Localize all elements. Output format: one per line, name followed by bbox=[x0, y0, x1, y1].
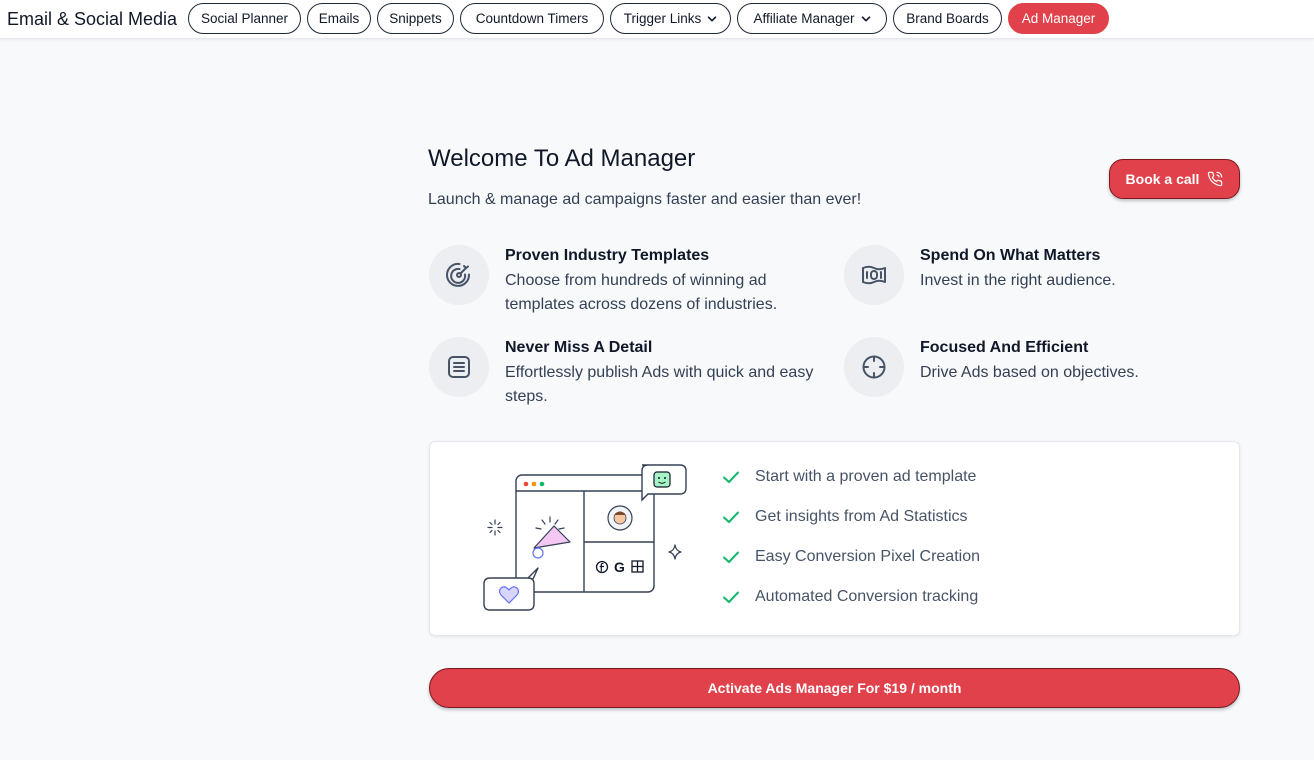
tab-affiliate-manager[interactable]: Affiliate Manager bbox=[737, 3, 887, 34]
tab-ad-manager[interactable]: Ad Manager bbox=[1008, 3, 1109, 34]
feature-description: Drive Ads based on objectives. bbox=[920, 364, 1139, 381]
activate-ads-manager-button[interactable]: Activate Ads Manager For $19 / month bbox=[429, 668, 1240, 708]
feature-title: Focused And Efficient bbox=[920, 339, 1089, 356]
feature-description: Effortlessly publish Ads with quick and … bbox=[505, 364, 814, 405]
feature-icon-circle bbox=[429, 337, 489, 397]
feature-icon-circle bbox=[844, 245, 904, 305]
phone-icon bbox=[1208, 171, 1223, 187]
tab-label: Social Planner bbox=[200, 11, 289, 26]
checklist-item: Get insights from Ad Statistics bbox=[721, 506, 968, 528]
checklist-text: Start with a proven ad template bbox=[755, 468, 977, 485]
page-subtitle: Launch & manage ad campaigns faster and … bbox=[428, 191, 862, 208]
tab-social-planner[interactable]: Social Planner bbox=[188, 3, 301, 34]
checklist-text: Automated Conversion tracking bbox=[755, 588, 979, 605]
feature-title: Proven Industry Templates bbox=[505, 247, 710, 264]
tab-label: Countdown Timers bbox=[475, 11, 589, 26]
tab-label: Affiliate Manager bbox=[753, 11, 855, 26]
checkmark-icon bbox=[723, 471, 739, 483]
app-title: Email & Social Media bbox=[7, 9, 178, 29]
checklist-item: Start with a proven ad template bbox=[721, 466, 976, 488]
book-call-label: Book a call bbox=[1125, 171, 1200, 187]
checklist-text: Easy Conversion Pixel Creation bbox=[755, 548, 980, 565]
feature-icon-circle bbox=[844, 337, 904, 397]
tab-label: Brand Boards bbox=[906, 11, 989, 26]
tab-label: Emails bbox=[318, 11, 360, 26]
crosshair-icon bbox=[862, 355, 886, 379]
page-title: Welcome To Ad Manager bbox=[428, 145, 696, 172]
feature-title: Spend On What Matters bbox=[920, 247, 1101, 264]
checklist-item: Easy Conversion Pixel Creation bbox=[721, 546, 980, 568]
checkmark-icon bbox=[723, 551, 739, 563]
checklist-item: Automated Conversion tracking bbox=[721, 586, 978, 608]
money-icon bbox=[862, 265, 886, 285]
tab-snippets[interactable]: Snippets bbox=[377, 3, 454, 34]
tab-label: Trigger Links bbox=[623, 11, 702, 26]
document-icon bbox=[448, 356, 470, 378]
svg-text:G: G bbox=[614, 559, 625, 575]
tab-brand-boards[interactable]: Brand Boards bbox=[893, 3, 1002, 34]
tab-emails[interactable]: Emails bbox=[307, 3, 371, 34]
chevron-down-icon bbox=[707, 15, 717, 21]
ad-manager-illustration: G bbox=[483, 464, 687, 611]
tab-countdown-timers[interactable]: Countdown Timers bbox=[460, 3, 604, 34]
feature-title: Never Miss A Detail bbox=[505, 339, 653, 356]
target-icon bbox=[446, 262, 471, 287]
feature-description: Choose from hundreds of winning ad templ… bbox=[505, 272, 778, 313]
book-call-button[interactable]: Book a call bbox=[1109, 159, 1240, 199]
feature-description: Invest in the right audience. bbox=[920, 272, 1116, 289]
tab-label: Ad Manager bbox=[1021, 11, 1096, 26]
checklist-text: Get insights from Ad Statistics bbox=[755, 508, 968, 525]
tab-trigger-links[interactable]: Trigger Links bbox=[610, 3, 731, 34]
chevron-down-icon bbox=[861, 15, 870, 21]
checkmark-icon bbox=[723, 591, 739, 603]
checkmark-icon bbox=[723, 511, 739, 523]
feature-icon-circle bbox=[429, 245, 489, 305]
activate-label: Activate Ads Manager For $19 / month bbox=[707, 680, 962, 696]
top-navigation-bar: Email & Social Media Social Planner Emai… bbox=[0, 0, 1314, 39]
tab-label: Snippets bbox=[389, 11, 442, 26]
